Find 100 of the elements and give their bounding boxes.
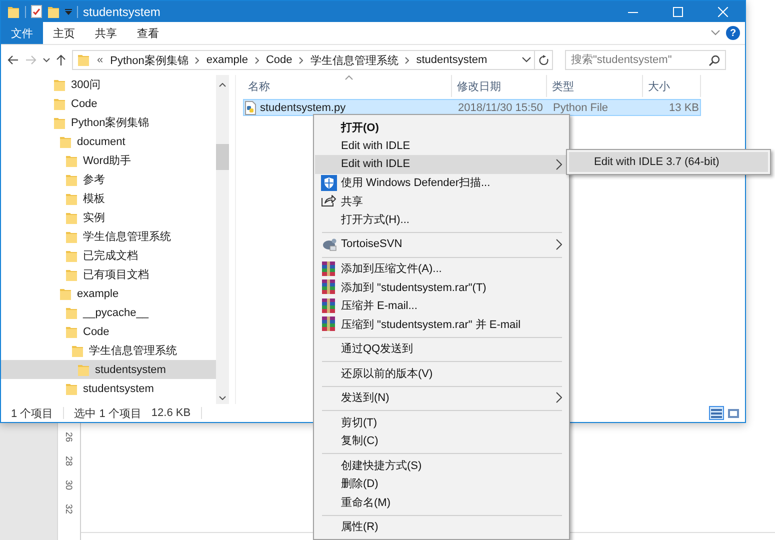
shield-icon (321, 174, 337, 190)
folder-icon (77, 53, 90, 67)
dropdown-icon[interactable] (522, 57, 534, 63)
folder-icon (77, 362, 90, 376)
menu-item[interactable]: 打开(O) (315, 118, 568, 136)
folder-icon (65, 192, 78, 206)
details-view-button[interactable] (709, 406, 724, 420)
folder-icon (65, 268, 78, 282)
folder-icon (65, 154, 78, 168)
menu-item[interactable]: 还原以前的版本(V) (315, 364, 568, 382)
menu-item[interactable]: 剪切(T) (315, 413, 568, 432)
folder-icon (53, 96, 66, 110)
tree-item[interactable]: 学生信息管理系统 (1, 227, 216, 246)
menu-item[interactable]: 打开方式(H)... (315, 210, 568, 229)
tree-item[interactable]: 已完成文档 (1, 246, 216, 265)
menu-item[interactable]: 使用 Windows Defender扫描... (315, 174, 568, 192)
menu-item[interactable]: 压缩到 "studentsystem.rar" 并 E-mail (315, 315, 568, 334)
breadcrumb-item[interactable]: 学生信息管理系统 (310, 52, 398, 68)
menu-item[interactable]: 复制(C) (315, 432, 568, 450)
ribbon-tab[interactable]: 文件 (1, 22, 43, 44)
column-header[interactable]: 大小 (643, 75, 701, 97)
close-icon (718, 6, 728, 16)
address-bar[interactable]: « Python案例集锦 example Code 学生信息管理系统 studentsystem (72, 50, 535, 70)
scroll-up-icon[interactable] (219, 83, 226, 87)
folder-icon (65, 230, 78, 244)
breadcrumb-item[interactable]: example (206, 54, 248, 66)
tree-item[interactable]: Python案例集锦 (1, 113, 216, 132)
chevron-down-icon[interactable] (711, 30, 720, 36)
menu-item[interactable]: Edit with IDLE (315, 155, 568, 174)
sort-icon (345, 75, 353, 80)
tree-item[interactable]: 已有项目文档 (1, 265, 216, 284)
menu-item[interactable]: 添加到压缩文件(A)... (315, 260, 568, 278)
tree-item[interactable]: 学生信息管理系统 (1, 341, 216, 360)
tree-item[interactable]: 模板 (1, 189, 216, 208)
file-row[interactable]: studentsystem.py 2018/11/30 15:50 Python File 13 KB (243, 99, 701, 116)
refresh-icon (538, 54, 548, 66)
python-file-icon (244, 100, 257, 114)
refresh-button[interactable] (535, 50, 553, 70)
ruler-label: 26 (64, 430, 74, 444)
up-arrow-icon[interactable] (56, 54, 66, 66)
tree-item[interactable]: 300问 (1, 75, 216, 94)
archive-icon (321, 316, 336, 332)
folder-icon (53, 78, 66, 92)
folder-icon (59, 286, 72, 300)
chevron-right-icon (405, 56, 410, 64)
tree-item[interactable]: 实例 (1, 208, 216, 227)
menu-item[interactable]: 压缩并 E-mail... (315, 296, 568, 315)
tree-item[interactable]: Code (1, 322, 216, 341)
menu-item[interactable]: 共享 (315, 192, 568, 210)
breadcrumb-item[interactable]: Python案例集锦 (110, 52, 188, 68)
scroll-thumb[interactable] (216, 144, 229, 170)
column-header[interactable]: 名称 (243, 75, 452, 97)
menu-item[interactable]: 重命名(M) (315, 493, 568, 512)
breadcrumb-item[interactable]: studentsystem (416, 54, 488, 66)
folder-icon (65, 210, 78, 224)
maximize-icon (672, 6, 682, 16)
overflow-chevron[interactable]: « (97, 54, 104, 66)
menu-item[interactable]: TortoiseSVN (315, 235, 568, 254)
tree-item[interactable]: studentsystem (1, 379, 216, 398)
turtle-icon (321, 236, 337, 251)
folder-icon (65, 248, 78, 262)
ruler-label: 30 (64, 478, 74, 492)
large-icons-view-button[interactable] (726, 406, 741, 420)
chevron-right-icon (299, 56, 304, 64)
tree-item[interactable]: example (1, 284, 216, 303)
column-header[interactable]: 类型 (547, 75, 643, 97)
recent-locations-icon[interactable] (43, 58, 50, 62)
tree-item[interactable]: 参考 (1, 170, 216, 189)
dropdown-icon (65, 8, 72, 14)
breadcrumb-item[interactable]: Code (266, 54, 292, 66)
folder-icon (47, 4, 60, 18)
tree-item[interactable]: Word助手 (1, 151, 216, 170)
search-field[interactable]: 搜索"studentsystem" (565, 50, 726, 70)
menu-item[interactable]: 属性(R) (315, 518, 568, 536)
tree-item[interactable]: studentsystem (1, 360, 216, 379)
modified-date: 2018/11/30 15:50 (457, 102, 544, 114)
help-button[interactable]: ? (726, 26, 740, 40)
properties-icon (31, 5, 42, 18)
column-header[interactable]: 修改日期 (452, 75, 547, 97)
folder-icon (53, 116, 66, 130)
back-arrow-icon[interactable] (7, 55, 19, 65)
status-text: 1 个项目 (11, 406, 54, 420)
tree-item[interactable]: document (1, 132, 216, 151)
file-size: 13 KB (668, 102, 699, 114)
status-text: 选中 1 个项目 (74, 406, 142, 420)
ruler-label: 32 (64, 502, 74, 516)
menu-item[interactable]: 发送到(N) (315, 388, 568, 407)
chevron-right-icon (195, 56, 200, 64)
tree-item[interactable]: __pycache__ (1, 303, 216, 322)
file-name: studentsystem.py (259, 102, 347, 114)
tree-item[interactable]: Code (1, 94, 216, 113)
menu-item[interactable]: 删除(D) (315, 474, 568, 493)
menu-item[interactable]: 添加到 "studentsystem.rar"(T) (315, 278, 568, 296)
scroll-down-icon[interactable] (219, 396, 226, 400)
folder-icon (65, 324, 78, 338)
menu-item[interactable]: Edit with IDLE (315, 136, 568, 155)
menu-item[interactable]: Edit with IDLE 3.7 (64-bit) (569, 152, 768, 172)
menu-item[interactable]: 创建快捷方式(S) (315, 456, 568, 474)
window-title: studentsystem (83, 4, 160, 18)
menu-item[interactable]: 通过QQ发送到 (315, 340, 568, 358)
